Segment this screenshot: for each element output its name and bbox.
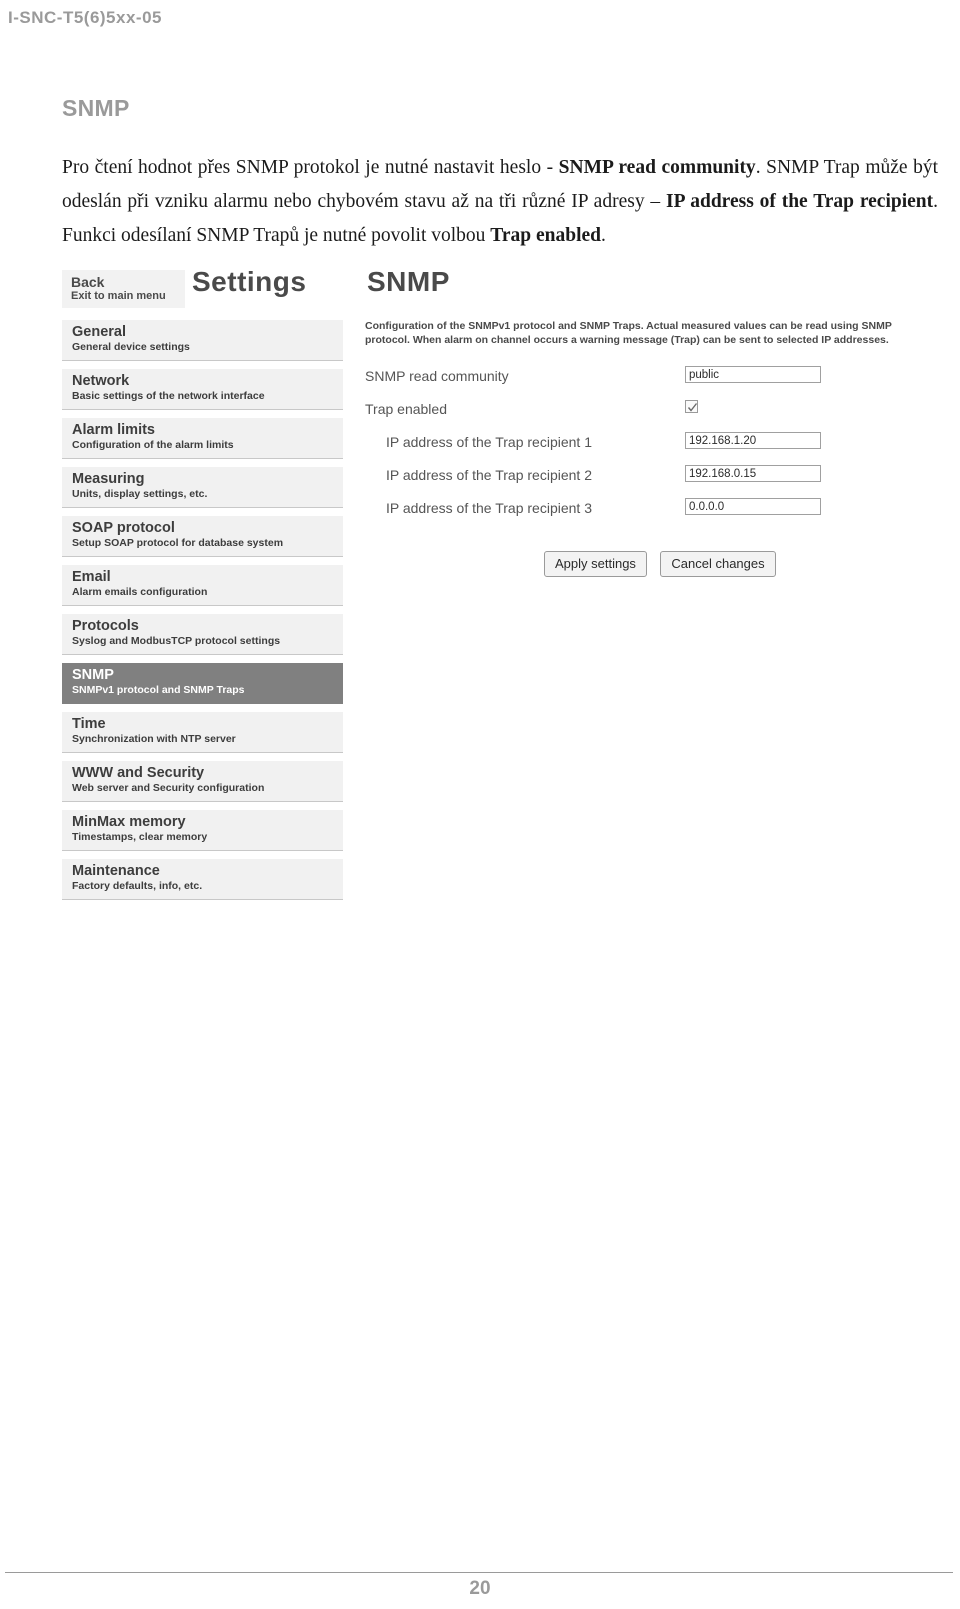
footer-divider (5, 1572, 953, 1573)
sidebar-item-maintenance[interactable]: Maintenance Factory defaults, info, etc. (62, 859, 343, 900)
trap-ip-3-input[interactable]: 0.0.0.0 (685, 498, 821, 515)
paragraph-text-1: Pro čtení hodnot přes SNMP protokol je n… (62, 156, 559, 178)
snmp-heading: SNMP (367, 266, 450, 297)
back-button-title: Back (71, 274, 105, 290)
form-button-row: Apply settings Cancel changes (544, 551, 938, 577)
sidebar-item-measuring[interactable]: Measuring Units, display settings, etc. (62, 467, 343, 508)
back-button-subtitle: Exit to main menu (71, 290, 166, 302)
sidebar-item-subtitle: Synchronization with NTP server (72, 733, 236, 745)
sidebar-item-subtitle: Web server and Security configuration (72, 782, 265, 794)
trap-ip-2-field-wrap: 192.168.0.15 (685, 465, 821, 482)
sidebar-item-alarm-limits[interactable]: Alarm limits Configuration of the alarm … (62, 418, 343, 459)
sidebar-item-title: Maintenance (72, 863, 160, 879)
paragraph-bold-3: Trap enabled (490, 224, 601, 246)
document-header: I-SNC-T5(6)5xx-05 (8, 8, 162, 27)
sidebar-item-soap-protocol[interactable]: SOAP protocol Setup SOAP protocol for da… (62, 516, 343, 557)
sidebar-item-snmp[interactable]: SNMP SNMPv1 protocol and SNMP Traps (62, 663, 343, 704)
sidebar-item-www-and-security[interactable]: WWW and Security Web server and Security… (62, 761, 343, 802)
cancel-changes-button[interactable]: Cancel changes (660, 551, 776, 577)
sidebar-item-subtitle: General device settings (72, 341, 190, 353)
trap-ip-3-label: IP address of the Trap recipient 3 (386, 500, 592, 516)
sidebar-item-subtitle: Basic settings of the network interface (72, 390, 265, 402)
sidebar-item-title: Network (72, 373, 130, 389)
trap-ip-1-label: IP address of the Trap recipient 1 (386, 434, 592, 450)
sidebar-item-title: MinMax memory (72, 814, 186, 830)
read-community-input[interactable]: public (685, 366, 821, 383)
page-title: SNMP (62, 95, 130, 121)
sidebar-item-subtitle: Units, display settings, etc. (72, 488, 208, 500)
sidebar-item-minmax-memory[interactable]: MinMax memory Timestamps, clear memory (62, 810, 343, 851)
trap-ip-2-input[interactable]: 192.168.0.15 (685, 465, 821, 482)
read-community-label: SNMP read community (365, 368, 509, 384)
settings-sidebar: General General device settings Network … (62, 320, 343, 908)
form-row-read-community: SNMP read community public (365, 366, 938, 399)
back-button[interactable]: Back Exit to main menu (62, 270, 185, 308)
snmp-settings-panel: Configuration of the SNMPv1 protocol and… (365, 320, 938, 577)
form-row-trap-ip-3: IP address of the Trap recipient 3 0.0.0… (365, 498, 938, 531)
embedded-app-screenshot: Back Exit to main menu Settings SNMP Gen… (62, 264, 938, 924)
sidebar-item-title: Alarm limits (72, 422, 155, 438)
sidebar-item-subtitle: SNMPv1 protocol and SNMP Traps (72, 684, 245, 696)
sidebar-item-protocols[interactable]: Protocols Syslog and ModbusTCP protocol … (62, 614, 343, 655)
trap-ip-1-field-wrap: 192.168.1.20 (685, 432, 821, 449)
sidebar-item-title: SNMP (72, 667, 114, 683)
sidebar-item-title: SOAP protocol (72, 520, 175, 536)
paragraph-bold-1: SNMP read community (558, 156, 756, 178)
app-topbar: Back Exit to main menu Settings SNMP (62, 264, 938, 314)
sidebar-item-subtitle: Syslog and ModbusTCP protocol settings (72, 635, 281, 647)
sidebar-item-email[interactable]: Email Alarm emails configuration (62, 565, 343, 606)
snmp-form: SNMP read community public Trap enabled … (365, 366, 938, 577)
trap-ip-3-field-wrap: 0.0.0.0 (685, 498, 821, 515)
read-community-field-wrap: public (685, 366, 821, 383)
trap-enabled-field-wrap (685, 399, 698, 413)
sidebar-item-subtitle: Configuration of the alarm limits (72, 439, 234, 451)
body-paragraph: Pro čtení hodnot přes SNMP protokol je n… (62, 151, 938, 253)
trap-ip-2-label: IP address of the Trap recipient 2 (386, 467, 592, 483)
settings-heading: Settings (192, 266, 307, 297)
sidebar-item-time[interactable]: Time Synchronization with NTP server (62, 712, 343, 753)
panel-description: Configuration of the SNMPv1 protocol and… (365, 320, 892, 346)
sidebar-item-subtitle: Factory defaults, info, etc. (72, 880, 203, 892)
sidebar-item-subtitle: Timestamps, clear memory (72, 831, 208, 843)
sidebar-item-title: WWW and Security (72, 765, 205, 781)
form-row-trap-ip-2: IP address of the Trap recipient 2 192.1… (365, 465, 938, 498)
page-number: 20 (469, 1578, 491, 1599)
paragraph-text-4: . (601, 224, 606, 246)
trap-enabled-label: Trap enabled (365, 401, 447, 417)
sidebar-item-title: Protocols (72, 618, 139, 634)
trap-ip-1-input[interactable]: 192.168.1.20 (685, 432, 821, 449)
form-row-trap-enabled: Trap enabled (365, 399, 938, 432)
sidebar-item-title: General (72, 324, 126, 340)
checkmark-icon (687, 403, 698, 412)
sidebar-item-network[interactable]: Network Basic settings of the network in… (62, 369, 343, 410)
sidebar-item-subtitle: Alarm emails configuration (72, 586, 208, 598)
sidebar-item-title: Email (72, 569, 111, 585)
sidebar-item-general[interactable]: General General device settings (62, 320, 343, 361)
trap-enabled-checkbox[interactable] (685, 400, 698, 413)
sidebar-item-title: Time (72, 716, 106, 732)
sidebar-item-title: Measuring (72, 471, 145, 487)
paragraph-bold-2: IP address of the Trap recipient (665, 190, 934, 212)
form-row-trap-ip-1: IP address of the Trap recipient 1 192.1… (365, 432, 938, 465)
sidebar-item-subtitle: Setup SOAP protocol for database system (72, 537, 284, 549)
apply-settings-button[interactable]: Apply settings (544, 551, 647, 577)
